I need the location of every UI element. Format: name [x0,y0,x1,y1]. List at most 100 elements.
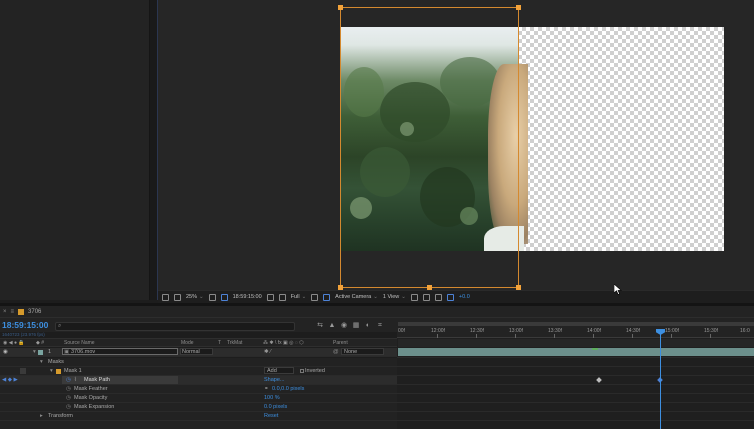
masks-label: Masks [48,359,64,365]
mask-opacity-row[interactable]: ◷ Mask Opacity 100 % [0,394,397,403]
draft-3d-icon[interactable]: ▲ [328,322,336,330]
mask-expansion-value[interactable]: 0.0 pixels [264,404,287,410]
mask-feather-label: Mask Feather [74,386,108,392]
stopwatch-icon[interactable]: ◷ [66,377,71,383]
flowchart-icon[interactable] [422,293,430,301]
track-divider [397,366,754,367]
layer-column-headers: ◉ ◀ ● 🔒 ◆ # Source Name Mode T TrkMat ⁂ … [0,338,397,347]
viewer-toolbar: 25% 18:59:15:00 Full Active Camera 1 Vie… [158,290,754,303]
shy-layers-icon[interactable]: ◉ [340,322,348,330]
inverted-label: Inverted [305,368,325,374]
mask-path-label: Mask Path [84,377,110,383]
track-divider [397,420,754,421]
parent-header[interactable]: Parent [333,340,348,346]
layer-duration-bar[interactable] [398,348,754,356]
current-time-display[interactable]: 18:59:15:00 [2,320,48,330]
snapshot-toggle-icon[interactable] [162,293,169,301]
mask-path-value[interactable]: Shape... [264,377,285,383]
close-icon[interactable]: × [3,309,7,315]
search-icon: ⌕ [58,323,62,329]
composition-mini-flowchart-icon[interactable]: ⇆ [316,322,324,330]
panel-divider[interactable] [150,0,158,300]
camera-icon[interactable] [266,293,274,301]
track-divider [397,402,754,403]
current-time-indicator-line[interactable] [660,330,661,429]
collapse-triangle-icon[interactable]: ▸ [40,413,43,419]
grid-icon[interactable] [208,293,216,301]
layer-search-input[interactable] [55,322,295,331]
stopwatch-icon[interactable]: ◷ [66,404,71,410]
expand-triangle-icon[interactable]: ▾ [33,349,36,355]
mask-opacity-value[interactable]: 100 % [264,395,280,401]
mask-expansion-label: Mask Expansion [74,404,115,410]
graph-icon: ⌇ [74,377,77,383]
comp-label-swatch [18,308,25,315]
mask-color-swatch[interactable] [56,368,61,374]
masks-group-row[interactable]: ▾ Masks [0,358,397,367]
viewer-timecode[interactable]: 18:59:15:00 [233,294,262,300]
monitor-icon[interactable] [174,293,181,301]
magnification-dropdown[interactable]: 25% [186,294,204,300]
mask-feather-row[interactable]: ◷ Mask Feather ⚭ 0.0,0.0 pixels [0,385,397,394]
transparency-grid [518,27,724,251]
color-channel-icon[interactable] [278,293,286,301]
exposure-value[interactable]: +0.0 [459,294,470,300]
layer-row[interactable]: ◉ ▾ 1 ▣ 3706.mov Normal ✱ ⁄ @ None [0,348,397,357]
ruler-label: 00f [398,328,405,334]
camera-dropdown[interactable]: Active Camera [335,294,378,300]
t-header[interactable]: T [218,340,221,346]
layer-name[interactable]: 3706.mov [71,349,95,355]
frame-blending-icon[interactable]: ▦ [352,322,360,330]
timeline-tab[interactable]: 3706 [28,309,41,315]
subject-shoulder [484,226,524,251]
mask-visibility-icon[interactable] [220,293,228,301]
bar-marker [592,348,598,350]
view-layout-dropdown[interactable]: 1 View [383,294,406,300]
pickwhip-icon[interactable]: @ [333,349,339,355]
label-color-swatch[interactable] [38,349,43,355]
graph-editor-icon[interactable]: ⌗ [376,322,384,330]
expand-triangle-icon[interactable]: ▾ [40,359,43,365]
mask-visibility-box[interactable] [20,368,26,374]
trkmat-header[interactable]: TrkMat [227,340,242,346]
transparency-grid-icon[interactable] [323,293,331,301]
motion-blur-icon[interactable]: ◐ [364,322,372,330]
keyframe-navigator-icon[interactable]: ◀ ◆ ▶ [2,377,18,383]
stopwatch-icon[interactable]: ◷ [66,386,71,392]
fast-preview-icon[interactable] [410,293,418,301]
3d-draft-icon[interactable] [434,293,442,301]
ruler-label: 16:0 [740,328,750,334]
mask-path-row[interactable]: ◀ ◆ ▶ ◷ ⌇ Mask Path Shape... [0,376,397,385]
hamburger-icon[interactable]: ≡ [11,309,15,315]
mask-expansion-row[interactable]: ◷ Mask Expansion 0.0 pixels [0,403,397,412]
track-divider [397,357,754,358]
frame-count: 1640723 (23.976 fps) [2,332,45,337]
transform-reset-link[interactable]: Reset [264,413,278,419]
transform-row[interactable]: ▸ Transform Reset [0,412,397,421]
av-features-icon[interactable]: ◉ ◀ ● 🔒 [3,340,25,346]
track-divider [397,384,754,385]
timeline-tab-bar: × ≡ 3706 [0,306,754,318]
track-divider [397,375,754,376]
label-column-icon[interactable]: ◆ # [36,340,44,346]
region-of-interest-icon[interactable] [311,293,319,301]
resolution-dropdown[interactable]: Full [291,294,306,300]
inverted-checkbox[interactable] [300,369,304,373]
mask-mode-value: Add [267,368,277,374]
switches-header-icon[interactable]: ⁂ ✱ \ fx ▣ ◎ ◌ ⬡ [263,340,304,346]
link-icon[interactable]: ⚭ [264,386,269,392]
stopwatch-icon[interactable]: ◷ [66,395,71,401]
mask-row[interactable]: ▾ Mask 1 Add Inverted [0,367,397,376]
mode-header[interactable]: Mode [181,340,194,346]
mask-name[interactable]: Mask 1 [64,368,82,374]
expand-triangle-icon[interactable]: ▾ [50,368,53,374]
layer-index: 1 [48,349,52,355]
mode-value: Normal [182,349,200,355]
mask-feather-value[interactable]: 0.0,0.0 pixels [272,386,304,392]
layer-switches-icon[interactable]: ✱ ⁄ [264,349,271,355]
source-name-header[interactable]: Source Name [64,340,95,346]
subject-hair [488,64,528,244]
visibility-eye-icon[interactable]: ◉ [3,349,8,355]
reset-exposure-icon[interactable] [446,293,454,301]
work-area-bar[interactable] [398,322,754,326]
